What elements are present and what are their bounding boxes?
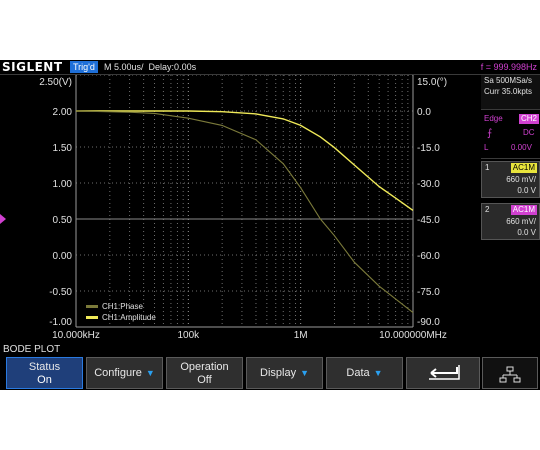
return-arrow-icon [429, 365, 460, 380]
phase-series [75, 110, 414, 314]
data-softkey[interactable]: Data ▼ [326, 357, 403, 389]
trigger-source: CH2 [519, 114, 540, 124]
chevron-down-icon: ▼ [145, 368, 155, 378]
channel-2-info[interactable]: 2 AC1M 660 mV/ 0.0 V [481, 203, 540, 240]
legend-swatch [86, 305, 98, 308]
softkey-label: Display [260, 367, 297, 379]
channel-offset: 0.0 V [517, 228, 536, 237]
y-right-tick-label: 15.0(°) [417, 77, 447, 88]
channel-coupling: AC1M [510, 205, 537, 215]
trigger-level-label: L [484, 143, 489, 152]
operation-softkey[interactable]: Operation Off [166, 357, 243, 389]
oscilloscope-screen: SIGLENT Trig'd M 5.00us/ Delay:0.00s f =… [0, 60, 540, 390]
frequency-counter: f = 999.998Hz [480, 62, 537, 72]
y-right-tick-label: -60.0 [417, 251, 440, 262]
channel-marker-icon [0, 214, 6, 224]
legend-swatch [86, 316, 98, 319]
y-left-tick-label: 2.50(V) [39, 77, 72, 88]
y-right-tick-label: -45.0 [417, 215, 440, 226]
y-right-tick-label: -30.0 [417, 179, 440, 190]
rising-edge-icon: ⨍ [487, 128, 493, 139]
y-right-tick-label: 0.0 [417, 107, 431, 118]
amplitude-series [76, 110, 414, 211]
softkey-label: Status [28, 361, 61, 373]
channel-scale: 660 mV/ [506, 175, 536, 184]
y-left-tick-label: 0.00 [53, 251, 73, 262]
y-left-tick-label: 1.50 [53, 143, 73, 154]
softkey-label: Configure [94, 367, 142, 379]
trigger-type: Edge [484, 114, 503, 123]
menu-title: BODE PLOT [0, 343, 540, 356]
y-left-tick-label: -0.50 [49, 287, 72, 298]
softkey-label: Operation [180, 361, 229, 373]
y-left-tick-label: 2.00 [53, 107, 73, 118]
softkey-value: Off [197, 374, 212, 386]
channel-scale: 660 mV/ [506, 217, 536, 226]
network-icon [499, 366, 521, 383]
legend-label: CH1:Amplitude [102, 313, 156, 322]
trigger-coupling: DC [523, 128, 535, 137]
network-button[interactable] [482, 357, 538, 389]
status-softkey[interactable]: Status On [6, 357, 83, 389]
trigger-info[interactable]: Edge CH2 ⨍ DC L 0.00V [481, 112, 540, 159]
y-right-tick-label: -90.0 [417, 317, 440, 328]
bode-chart: 2.50(V) 2.00 1.50 1.00 0.50 0.00 -0.50 -1.00 15.… [0, 75, 447, 341]
chevron-down-icon: ▼ [300, 368, 309, 378]
return-button[interactable] [406, 357, 480, 389]
y-left-tick-label: 0.50 [53, 215, 73, 226]
channel-offset: 0.0 V [517, 186, 536, 195]
bode-plot-area: 2.50(V) 2.00 1.50 1.00 0.50 0.00 -0.50 -1.00 15.… [0, 75, 480, 341]
x-tick-label: 100k [177, 330, 200, 341]
softkey-label: Data [346, 367, 370, 379]
softkey-bar: Status On Configure ▼ Operation Off Displ… [0, 356, 540, 390]
channel-coupling: AC1M [510, 163, 537, 173]
memory-depth: Curr 35.0kpts [484, 87, 533, 96]
y-left-tick-label: 1.00 [53, 179, 73, 190]
channel-1-info[interactable]: 1 AC1M 660 mV/ 0.0 V [481, 161, 540, 198]
trigger-state-badge: Trig'd [70, 61, 98, 73]
acquisition-info[interactable]: Sa 500MSa/s Curr 35.0kpts [481, 75, 540, 110]
timebase-readout[interactable]: M 5.00us/ Delay:0.00s [104, 61, 196, 73]
channel-number: 1 [485, 163, 490, 172]
brand-logo: SIGLENT [2, 60, 63, 74]
configure-softkey[interactable]: Configure ▼ [86, 357, 163, 389]
y-right-tick-label: -75.0 [417, 287, 440, 298]
display-softkey[interactable]: Display ▼ [246, 357, 323, 389]
softkey-value: On [37, 374, 52, 386]
status-bar: SIGLENT Trig'd M 5.00us/ Delay:0.00s f =… [0, 60, 540, 75]
right-info-panel: Sa 500MSa/s Curr 35.0kpts Edge CH2 ⨍ DC … [481, 75, 540, 341]
chevron-down-icon: ▼ [373, 368, 383, 378]
trigger-level: 0.00V [511, 143, 532, 152]
sample-rate: Sa 500MSa/s [484, 76, 533, 85]
channel-number: 2 [485, 205, 490, 214]
y-right-tick-label: -15.0 [417, 143, 440, 154]
x-tick-label: 10.000000MHz [379, 330, 447, 341]
x-tick-label: 1M [294, 330, 308, 341]
legend-label: CH1:Phase [102, 302, 143, 311]
y-left-tick-label: -1.00 [49, 317, 72, 328]
x-tick-label: 10.000kHz [52, 330, 100, 341]
